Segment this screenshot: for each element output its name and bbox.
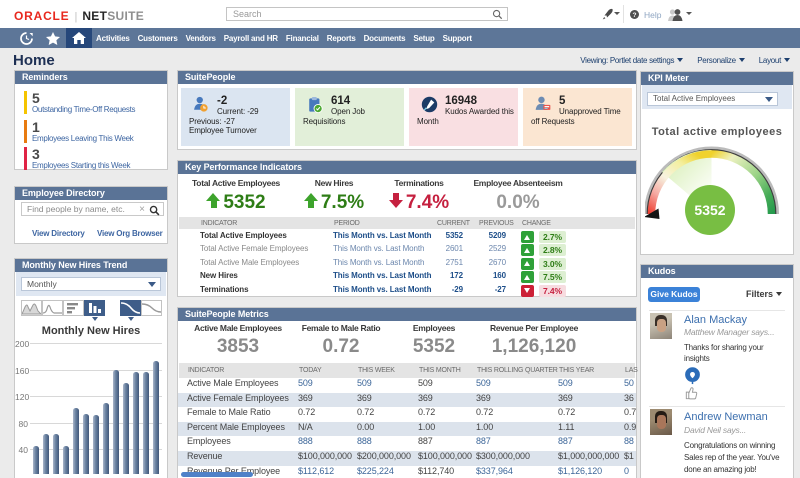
svg-text:?: ? <box>632 12 636 19</box>
svg-text:5352: 5352 <box>694 202 725 218</box>
